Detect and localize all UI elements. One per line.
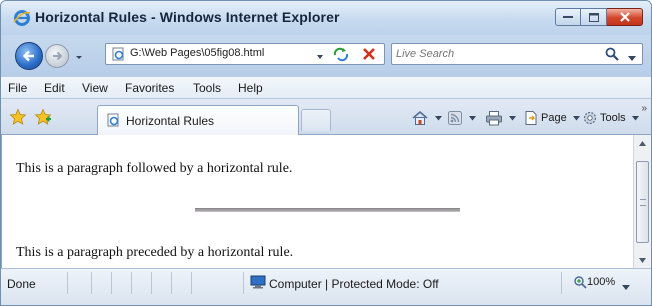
address-row: G:\Web Pages\05fig08.html [1,35,651,77]
zoom-level[interactable]: 100% [587,276,615,288]
print-icon [486,111,502,126]
forward-button[interactable] [45,44,69,68]
window-title: Horizontal Rules - Windows Internet Expl… [35,9,340,25]
tab-label: Horizontal Rules [126,114,215,128]
tools-menu-label: Tools [600,112,626,124]
page-content: This is a paragraph followed by a horizo… [1,135,633,268]
computer-zone-icon [250,275,266,289]
menu-tools[interactable]: Tools [193,81,221,95]
search-icon [605,47,619,61]
address-dropdown[interactable] [316,50,324,59]
favorites-star-icon [9,108,27,125]
menu-bar: File Edit View Favorites Tools Help [1,77,651,99]
page-menu-icon [525,111,537,125]
home-icon [412,110,428,125]
back-button[interactable] [15,42,43,70]
status-divider [561,272,562,294]
status-text: Done [7,277,36,291]
refresh-button[interactable] [332,46,350,62]
paragraph-before-rule: This is a paragraph followed by a horizo… [16,161,293,176]
status-divider [243,272,244,294]
feeds-icon [448,111,462,125]
page-menu-label: Page [541,112,567,124]
menu-edit[interactable]: Edit [44,81,65,95]
arrow-up-icon [639,140,646,146]
stop-icon [363,48,375,60]
grip-icon [640,199,646,206]
address-url[interactable]: G:\Web Pages\05fig08.html [130,47,264,59]
search-button[interactable] [604,46,620,62]
back-icon [22,50,34,62]
stop-button[interactable] [361,46,377,62]
status-divider [111,272,112,294]
ie-icon [13,9,31,27]
tab-command-row: Horizontal Rules Page Tools » [1,99,651,135]
print-button[interactable] [485,108,516,128]
window-controls [555,8,643,26]
close-button[interactable] [607,8,643,26]
status-divider [191,272,192,294]
menu-help[interactable]: Help [238,81,263,95]
title-bar: Horizontal Rules - Windows Internet Expl… [1,1,651,35]
arrow-down-icon [639,257,646,263]
menu-file[interactable]: File [8,81,27,95]
horizontal-rule [195,208,460,212]
tools-gear-icon [583,111,597,125]
new-tab-button[interactable] [301,109,331,131]
refresh-icon [333,47,349,62]
home-button[interactable] [411,108,442,128]
search-box[interactable] [391,43,643,65]
vertical-scrollbar[interactable] [633,135,651,268]
zoom-icon[interactable] [573,275,587,289]
status-divider [131,272,132,294]
menu-view[interactable]: View [82,81,108,95]
search-options-dropdown[interactable] [628,51,636,61]
search-input[interactable] [396,45,606,63]
forward-icon [53,51,63,61]
status-divider [91,272,92,294]
recent-pages-dropdown[interactable] [74,51,84,61]
page-icon [106,113,120,127]
status-bar: Done Computer | Protected Mode: Off 100% [1,268,651,305]
maximize-button[interactable] [581,8,607,26]
page-icon [111,47,125,61]
menu-favorites[interactable]: Favorites [125,81,174,95]
address-bar[interactable]: G:\Web Pages\05fig08.html [105,43,385,65]
minimize-button[interactable] [555,8,581,26]
more-commands-chevron-icon[interactable]: » [641,103,647,114]
add-favorites-button[interactable] [34,108,52,126]
security-zone-text[interactable]: Computer | Protected Mode: Off [269,277,439,291]
scroll-up-button[interactable] [634,135,651,151]
page-menu-button[interactable]: Page [523,108,580,128]
favorites-center-button[interactable] [9,108,27,126]
browser-window: Horizontal Rules - Windows Internet Expl… [0,0,652,306]
paragraph-after-rule: This is a paragraph preceded by a horizo… [16,245,294,260]
scroll-down-button[interactable] [634,252,651,268]
zoom-dropdown[interactable] [622,280,630,290]
add-favorites-icon [34,108,52,125]
tools-menu-button[interactable]: Tools [582,108,639,128]
status-divider [151,272,152,294]
status-divider [171,272,172,294]
tab-horizontal-rules[interactable]: Horizontal Rules [97,105,299,135]
scroll-thumb[interactable] [636,161,649,243]
status-divider [67,272,68,294]
feeds-button[interactable] [447,108,476,128]
